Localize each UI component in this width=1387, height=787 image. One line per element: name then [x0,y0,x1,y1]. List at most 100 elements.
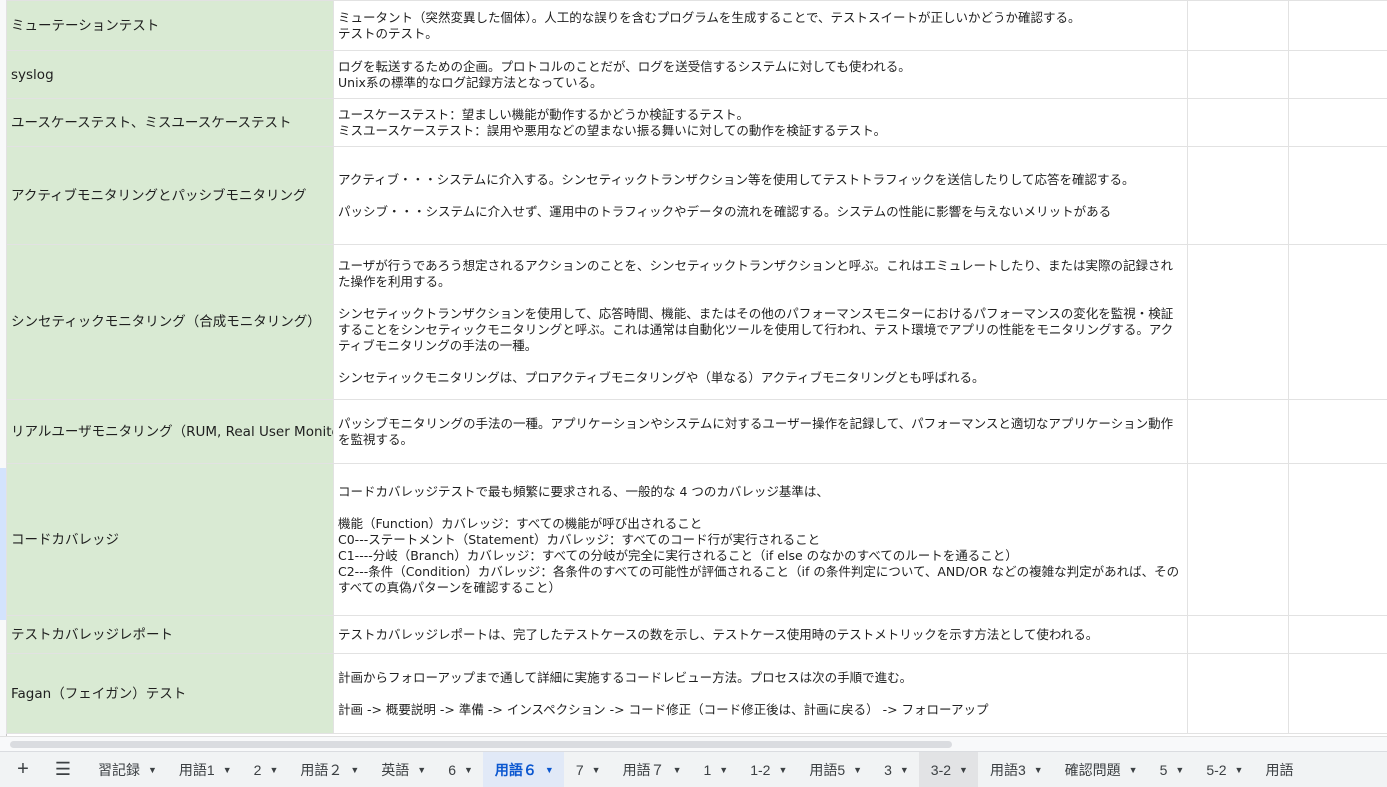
description-line: コードカバレッジテストで最も頻繁に要求される、一般的な 4 つのカバレッジ基準は… [338,484,1181,500]
chevron-down-icon[interactable]: ▼ [350,765,359,775]
chevron-down-icon[interactable]: ▼ [1129,765,1138,775]
plus-icon[interactable]: + [6,752,40,787]
chevron-down-icon[interactable]: ▼ [900,765,909,775]
chevron-down-icon[interactable]: ▼ [959,765,968,775]
description-cell[interactable]: 計画からフォローアップまで通して詳細に実施するコードレビュー方法。プロセスは次の… [334,654,1188,734]
empty-cell[interactable] [1188,245,1289,400]
term-cell[interactable]: syslog [7,51,334,99]
chevron-down-icon[interactable]: ▼ [853,765,862,775]
description-cell[interactable]: ユーザが行うであろう想定されるアクションのことを、シンセティックトランザクション… [334,245,1188,400]
description-line: ユースケーステスト：望ましい機能が動作するかどうか検証するテスト。 [338,107,1181,123]
sheet-tab-label: 用語3 [990,760,1026,780]
sheet-tab[interactable]: 1-2▼ [738,752,797,787]
sheet-tab-label: 英語 [381,760,409,780]
sheet-tab[interactable]: 1▼ [691,752,738,787]
description-line: テストのテスト。 [338,26,1181,42]
description-line: パッシブモニタリングの手法の一種。アプリケーションやシステムに対するユーザー操作… [338,416,1181,448]
sheet-tab[interactable]: 用語5▼ [797,752,872,787]
term-cell[interactable]: シンセティックモニタリング（合成モニタリング） [7,245,334,400]
horizontal-scrollbar[interactable] [0,736,1387,751]
empty-cell[interactable] [1289,51,1387,99]
empty-cell[interactable] [1188,99,1289,147]
term-cell[interactable]: ミューテーションテスト [7,1,334,51]
description-line: パッシブ・・・システムに介入せず、運用中のトラフィックやデータの流れを確認する。… [338,204,1181,220]
chevron-down-icon[interactable]: ▼ [148,765,157,775]
sheet-tab[interactable]: 2▼ [242,752,289,787]
sheet-table: ミューテーションテストミュータント（突然変異した個体）。人工的な誤りを含むプログ… [6,0,1387,734]
hamburger-menu-icon[interactable]: ☰ [46,752,80,787]
empty-cell[interactable] [1188,464,1289,616]
blank-line [338,500,1181,516]
description-line: 計画 -> 概要説明 -> 準備 -> インスペクション -> コード修正（コー… [338,702,1181,718]
chevron-down-icon[interactable]: ▼ [545,765,554,775]
description-cell[interactable]: ミュータント（突然変異した個体）。人工的な誤りを含むプログラムを生成することで、… [334,1,1188,51]
table-row: syslogログを転送するための企画。プロトコルのことだが、ログを送受信するシス… [7,51,1387,99]
sheet-tab[interactable]: 用語 [1253,752,1303,787]
sheet-tab[interactable]: 用語７▼ [611,752,692,787]
chevron-down-icon[interactable]: ▼ [223,765,232,775]
chevron-down-icon[interactable]: ▼ [269,765,278,775]
term-cell[interactable]: コードカバレッジ [7,464,334,616]
term-cell[interactable]: リアルユーザモニタリング（RUM, Real User Monitoring） [7,400,334,464]
sheet-tab[interactable]: 3▼ [872,752,919,787]
empty-cell[interactable] [1188,616,1289,654]
sheet-tab-label: 用語 [1265,760,1293,780]
sheet-tab[interactable]: 5▼ [1148,752,1195,787]
chevron-down-icon[interactable]: ▼ [1034,765,1043,775]
sheet-tab[interactable]: 用語６▼ [483,752,564,787]
description-line: ミュータント（突然変異した個体）。人工的な誤りを含むプログラムを生成することで、… [338,10,1181,26]
chevron-down-icon[interactable]: ▼ [417,765,426,775]
blank-line [338,188,1181,204]
description-cell[interactable]: テストカバレッジレポートは、完了したテストケースの数を示し、テストケース使用時の… [334,616,1188,654]
term-cell[interactable]: アクティブモニタリングとパッシブモニタリング [7,147,334,245]
sheet-tab[interactable]: 英語 ▼ [369,752,436,787]
sheet-tab[interactable]: 7▼ [564,752,611,787]
chevron-down-icon[interactable]: ▼ [673,765,682,775]
chevron-down-icon[interactable]: ▼ [1175,765,1184,775]
chevron-down-icon[interactable]: ▼ [464,765,473,775]
sheet-tab[interactable]: 習記録▼ [86,752,167,787]
sheet-tab[interactable]: 6▼ [436,752,483,787]
empty-cell[interactable] [1188,147,1289,245]
description-cell[interactable]: ログを転送するための企画。プロトコルのことだが、ログを送受信するシステムに対して… [334,51,1188,99]
table-row: ユースケーステスト、ミスユースケーステストユースケーステスト：望ましい機能が動作… [7,99,1387,147]
description-cell[interactable]: アクティブ・・・システムに介入する。シンセティックトランザクション等を使用してテ… [334,147,1188,245]
scrollbar-thumb[interactable] [10,741,952,748]
empty-cell[interactable] [1289,464,1387,616]
empty-cell[interactable] [1289,1,1387,51]
empty-cell[interactable] [1289,99,1387,147]
sheet-tab[interactable]: 確認問題▼ [1053,752,1148,787]
description-cell[interactable]: ユースケーステスト：望ましい機能が動作するかどうか検証するテスト。ミスユースケー… [334,99,1188,147]
empty-cell[interactable] [1289,147,1387,245]
term-cell[interactable]: ユースケーステスト、ミスユースケーステスト [7,99,334,147]
term-cell[interactable]: テストカバレッジレポート [7,616,334,654]
chevron-down-icon[interactable]: ▼ [592,765,601,775]
sheet-tab[interactable]: 用語1▼ [167,752,242,787]
description-cell[interactable]: パッシブモニタリングの手法の一種。アプリケーションやシステムに対するユーザー操作… [334,400,1188,464]
empty-cell[interactable] [1289,400,1387,464]
sheet-tab-label: 7 [576,762,584,778]
description-line: C0---ステートメント（Statement）カバレッジ：すべてのコード行が実行… [338,532,1181,548]
sheet-tab[interactable]: 用語２▼ [288,752,369,787]
empty-cell[interactable] [1289,616,1387,654]
empty-cell[interactable] [1188,400,1289,464]
chevron-down-icon[interactable]: ▼ [719,765,728,775]
empty-cell[interactable] [1289,245,1387,400]
spreadsheet-grid[interactable]: ミューテーションテストミュータント（突然変異した個体）。人工的な誤りを含むプログ… [0,0,1387,736]
description-cell[interactable]: コードカバレッジテストで最も頻繁に要求される、一般的な 4 つのカバレッジ基準は… [334,464,1188,616]
description-line: アクティブ・・・システムに介入する。シンセティックトランザクション等を使用してテ… [338,172,1181,188]
empty-cell[interactable] [1188,654,1289,734]
sheet-tab[interactable]: 用語3 ▼ [978,752,1053,787]
empty-cell[interactable] [1289,654,1387,734]
blank-line [338,290,1181,306]
description-line: 機能（Function）カバレッジ：すべての機能が呼び出されること [338,516,1181,532]
term-cell[interactable]: Fagan（フェイガン）テスト [7,654,334,734]
description-line: 計画からフォローアップまで通して詳細に実施するコードレビュー方法。プロセスは次の… [338,670,1181,686]
empty-cell[interactable] [1188,51,1289,99]
empty-cell[interactable] [1188,1,1289,51]
table-row: ミューテーションテストミュータント（突然変異した個体）。人工的な誤りを含むプログ… [7,1,1387,51]
chevron-down-icon[interactable]: ▼ [1235,765,1244,775]
sheet-tab[interactable]: 3-2▼ [919,752,978,787]
chevron-down-icon[interactable]: ▼ [778,765,787,775]
sheet-tab[interactable]: 5-2▼ [1194,752,1253,787]
